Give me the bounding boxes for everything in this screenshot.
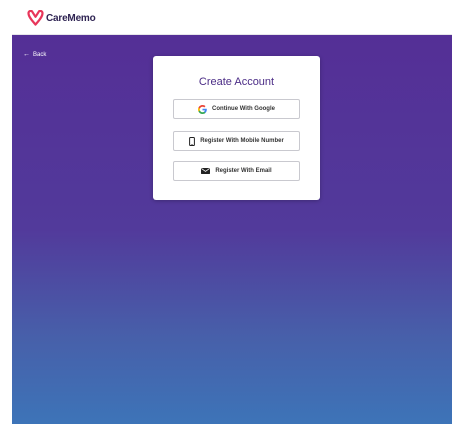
heart-check-logo-icon (27, 10, 44, 26)
main-background: ← Back Create Account Continue With Goog… (12, 35, 452, 424)
app-window: CareMemo ← Back Create Account Continue … (12, 0, 452, 424)
register-with-email-button[interactable]: Register With Email (173, 161, 300, 181)
brand-name: CareMemo (46, 12, 96, 24)
arrow-left-icon: ← (23, 51, 30, 58)
continue-with-google-button[interactable]: Continue With Google (173, 99, 300, 119)
create-account-card: Create Account Continue With Google Regi… (153, 56, 320, 200)
mobile-button-label: Register With Mobile Number (200, 138, 284, 144)
email-button-label: Register With Email (215, 168, 272, 174)
back-link[interactable]: ← Back (23, 51, 46, 58)
google-icon (198, 104, 207, 114)
mobile-phone-icon (189, 136, 196, 146)
card-title: Create Account (198, 76, 275, 88)
envelope-icon (201, 168, 211, 174)
register-with-mobile-button[interactable]: Register With Mobile Number (173, 131, 300, 151)
google-button-label: Continue With Google (212, 106, 275, 112)
back-label: Back (33, 51, 47, 58)
brand-logo[interactable]: CareMemo (27, 9, 96, 27)
top-header: CareMemo (12, 0, 452, 35)
